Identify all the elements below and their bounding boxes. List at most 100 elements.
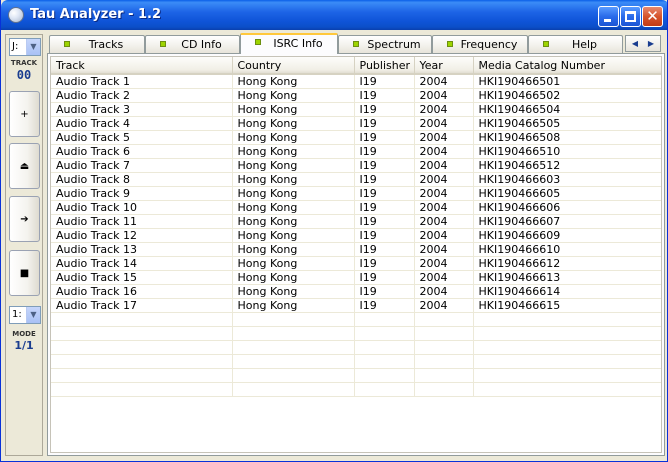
table-cell: HKI190466502 [473, 88, 661, 103]
maximize-button[interactable] [620, 6, 641, 27]
table-cell: Hong Kong [232, 298, 355, 313]
table-cell: I19 [354, 242, 415, 257]
tab-help[interactable]: Help [528, 35, 623, 53]
empty-cell [51, 368, 233, 383]
table-row[interactable]: Audio Track 9 Hong Kong I19 2004 HKI19046660… [51, 186, 661, 201]
column-header-country[interactable]: Country [232, 57, 355, 75]
empty-cell [354, 354, 415, 369]
table-row[interactable]: Audio Track 14 Hong Kong I19 2004 HKI1904666… [51, 256, 661, 271]
column-header-year[interactable]: Year [414, 57, 474, 75]
empty-cell [473, 312, 661, 327]
table-row[interactable]: Audio Track 13 Hong Kong I19 2004 HKI1904666… [51, 242, 661, 257]
table-cell: 2004 [414, 102, 474, 117]
table-row[interactable]: Audio Track 8 Hong Kong I19 2004 HKI19046660… [51, 172, 661, 187]
empty-row [51, 382, 661, 397]
table-row[interactable]: Audio Track 16 Hong Kong I19 2004 HKI1904666… [51, 284, 661, 299]
table-row[interactable]: Audio Track 3 Hong Kong I19 2004 HKI19046650… [51, 102, 661, 117]
column-header-publisher[interactable]: Publisher [354, 57, 415, 75]
empty-row [51, 340, 661, 355]
table-cell: HKI190466508 [473, 130, 661, 145]
chevron-down-icon[interactable]: ▼ [26, 307, 40, 323]
table-row[interactable]: Audio Track 2 Hong Kong I19 2004 HKI19046650… [51, 88, 661, 103]
table-cell: Hong Kong [232, 186, 355, 201]
table-cell: HKI190466603 [473, 172, 661, 187]
table-cell: Audio Track 4 [51, 116, 233, 131]
table-row[interactable]: Audio Track 7 Hong Kong I19 2004 HKI19046651… [51, 158, 661, 173]
empty-cell [232, 312, 355, 327]
table-cell: I19 [354, 74, 415, 89]
table-cell: HKI190466504 [473, 102, 661, 117]
table-cell: Hong Kong [232, 242, 355, 257]
empty-cell [354, 382, 415, 397]
table-cell: I19 [354, 200, 415, 215]
mode-label: MODE [12, 330, 36, 338]
column-header-media-catalog-number[interactable]: Media Catalog Number [473, 57, 661, 75]
column-header-track[interactable]: Track [51, 57, 233, 75]
table-row[interactable]: Audio Track 15 Hong Kong I19 2004 HKI1904666… [51, 270, 661, 285]
table-row[interactable]: Audio Track 1 Hong Kong I19 2004 HKI19046650… [51, 74, 661, 89]
chevron-down-icon[interactable]: ▼ [26, 39, 40, 55]
title-bar[interactable]: Tau Analyzer - 1.2 ✕ [1, 0, 667, 30]
mode-select[interactable]: 1: ▼ [9, 306, 41, 324]
tab-spectrum[interactable]: Spectrum [338, 35, 432, 53]
table-cell: 2004 [414, 270, 474, 285]
table-cell: Audio Track 2 [51, 88, 233, 103]
tab-cd-info[interactable]: CD Info [145, 35, 240, 53]
table-cell: 2004 [414, 298, 474, 313]
empty-cell [51, 340, 233, 355]
stop-button[interactable]: ■ [9, 250, 40, 296]
table-cell: Audio Track 17 [51, 298, 233, 313]
minimize-icon [604, 19, 611, 22]
tab-frequency[interactable]: Frequency [432, 35, 528, 53]
eject-icon: ⏏ [19, 160, 30, 172]
chevron-left-icon[interactable]: ◀ [627, 36, 643, 51]
table-cell: HKI190466615 [473, 298, 661, 313]
table-cell: I19 [354, 102, 415, 117]
chevron-right-icon[interactable]: ▶ [643, 36, 659, 51]
table-row[interactable]: Audio Track 5 Hong Kong I19 2004 HKI19046650… [51, 130, 661, 145]
table-cell: Audio Track 16 [51, 284, 233, 299]
isrc-table[interactable]: Track Country Publisher Year Media Catal… [50, 56, 662, 453]
drive-select[interactable]: J: ▼ [9, 38, 41, 56]
table-row[interactable]: Audio Track 10 Hong Kong I19 2004 HKI1904666… [51, 200, 661, 215]
empty-row [51, 354, 661, 369]
empty-row [51, 368, 661, 383]
empty-cell [473, 340, 661, 355]
track-number: 00 [16, 68, 32, 82]
table-row[interactable]: Audio Track 6 Hong Kong I19 2004 HKI19046651… [51, 144, 661, 159]
table-cell: Hong Kong [232, 102, 355, 117]
minimize-button[interactable] [598, 6, 619, 27]
play-button[interactable]: ➔ [9, 196, 40, 242]
table-cell: Audio Track 3 [51, 102, 233, 117]
empty-cell [232, 354, 355, 369]
table-cell: I19 [354, 298, 415, 313]
table-row[interactable]: Audio Track 17 Hong Kong I19 2004 HKI1904666… [51, 298, 661, 313]
table-cell: Audio Track 10 [51, 200, 233, 215]
tab-tracks[interactable]: Tracks [49, 35, 145, 53]
add-button[interactable]: + [9, 91, 40, 137]
table-cell: I19 [354, 228, 415, 243]
table-cell: 2004 [414, 214, 474, 229]
empty-cell [51, 326, 233, 341]
table-cell: HKI190466510 [473, 144, 661, 159]
status-led-icon [543, 41, 549, 47]
track-label: TRACK [10, 59, 38, 67]
tab-label: CD Info [181, 38, 222, 51]
eject-button[interactable]: ⏏ [9, 143, 40, 189]
tab-label: Tracks [88, 38, 124, 51]
status-led-icon [353, 41, 359, 47]
table-cell: 2004 [414, 200, 474, 215]
table-cell: 2004 [414, 284, 474, 299]
table-row[interactable]: Audio Track 12 Hong Kong I19 2004 HKI1904666… [51, 228, 661, 243]
close-button[interactable]: ✕ [642, 6, 663, 27]
table-row[interactable]: Audio Track 11 Hong Kong I19 2004 HKI1904666… [51, 214, 661, 229]
table-row[interactable]: Audio Track 4 Hong Kong I19 2004 HKI19046650… [51, 116, 661, 131]
status-led-icon [64, 41, 70, 47]
mode-select-value: 1: [12, 309, 22, 320]
tab-isrc-info[interactable]: ISRC Info [240, 33, 338, 54]
table-cell: Hong Kong [232, 228, 355, 243]
table-cell: HKI190466605 [473, 186, 661, 201]
table-cell: Audio Track 13 [51, 242, 233, 257]
tab-label: ISRC Info [273, 37, 323, 50]
table-cell: Audio Track 11 [51, 214, 233, 229]
